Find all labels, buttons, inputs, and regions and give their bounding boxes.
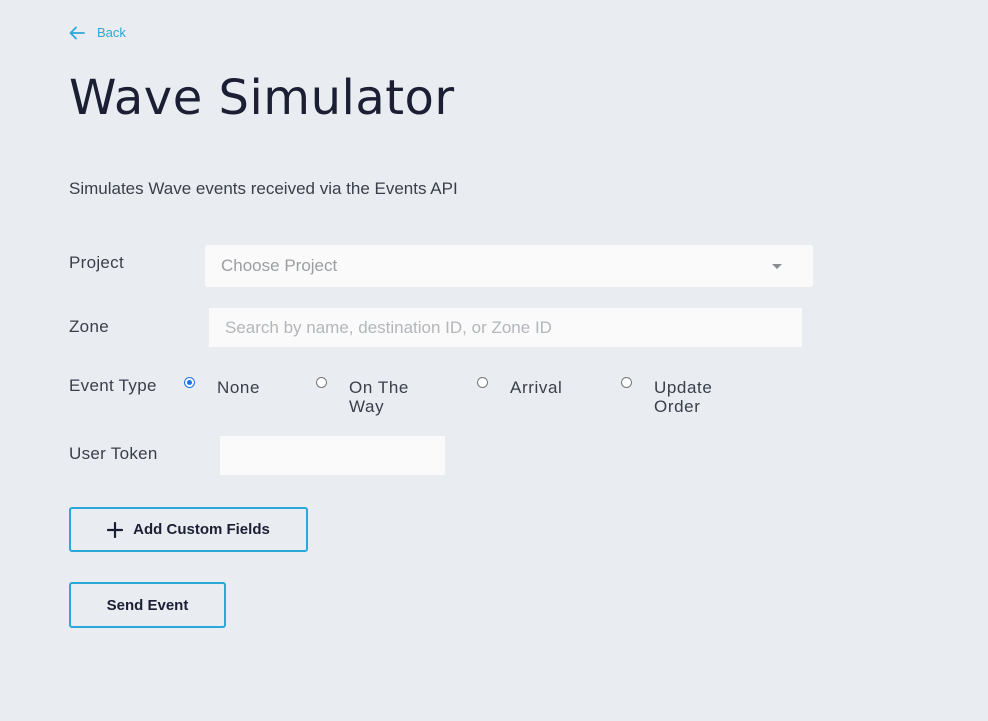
event-type-label: Event Type bbox=[69, 376, 157, 395]
zone-search-input[interactable] bbox=[209, 308, 802, 347]
add-custom-fields-label: Add Custom Fields bbox=[133, 521, 270, 538]
event-type-update-order-radio[interactable] bbox=[621, 377, 632, 388]
event-type-on-the-way-option[interactable]: On The Way bbox=[316, 376, 429, 416]
project-select-value: Choose Project bbox=[221, 256, 338, 275]
user-token-label: User Token bbox=[69, 444, 158, 463]
event-type-update-order-label: Update Order bbox=[654, 378, 713, 416]
page-title: Wave Simulator bbox=[69, 70, 455, 126]
event-type-update-order-option[interactable]: Update Order bbox=[621, 376, 734, 416]
zone-label: Zone bbox=[69, 317, 109, 336]
project-select[interactable]: Choose Project bbox=[205, 245, 813, 287]
event-type-on-the-way-radio[interactable] bbox=[316, 377, 327, 388]
event-type-arrival-radio[interactable] bbox=[477, 377, 488, 388]
add-custom-fields-button[interactable]: Add Custom Fields bbox=[69, 507, 308, 552]
event-type-none-option[interactable]: None bbox=[184, 376, 260, 397]
event-type-none-radio[interactable] bbox=[184, 377, 195, 388]
event-type-on-the-way-label: On The Way bbox=[349, 378, 409, 416]
event-type-arrival-option[interactable]: Arrival bbox=[477, 376, 562, 397]
plus-icon bbox=[107, 521, 124, 538]
event-type-none-label: None bbox=[217, 378, 261, 397]
arrow-left-icon bbox=[69, 26, 85, 40]
event-type-arrival-label: Arrival bbox=[510, 378, 563, 397]
send-event-label: Send Event bbox=[106, 596, 189, 614]
back-label: Back bbox=[97, 25, 126, 40]
send-event-button[interactable]: Send Event bbox=[69, 582, 226, 628]
back-link[interactable]: Back bbox=[69, 25, 126, 40]
user-token-input[interactable] bbox=[220, 436, 445, 475]
page-description: Simulates Wave events received via the E… bbox=[69, 179, 458, 198]
caret-down-icon bbox=[772, 263, 782, 269]
project-label: Project bbox=[69, 253, 125, 272]
